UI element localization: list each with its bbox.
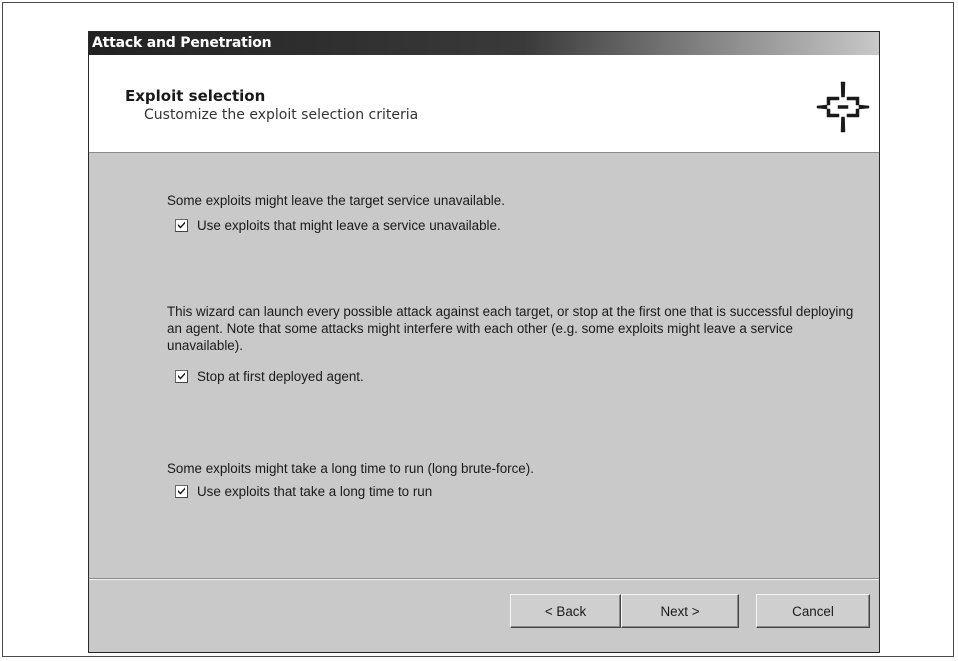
stop-first-agent-description: This wizard can launch every possible at… bbox=[167, 304, 854, 353]
unavailable-service-option[interactable]: Use exploits that might leave a service … bbox=[175, 216, 501, 234]
unavailable-service-label: Use exploits that might leave a service … bbox=[197, 217, 501, 233]
page-subtitle: Customize the exploit selection criteria bbox=[144, 107, 419, 123]
cancel-button[interactable]: Cancel bbox=[756, 594, 870, 628]
crosshair-target-icon bbox=[816, 81, 870, 133]
stop-first-agent-label: Stop at first deployed agent. bbox=[197, 368, 364, 384]
wizard-window: Attack and Penetration Exploit selection… bbox=[88, 31, 880, 653]
footer-divider-highlight bbox=[89, 579, 879, 580]
stop-first-agent-option[interactable]: Stop at first deployed agent. bbox=[175, 367, 364, 385]
unavailable-service-description: Some exploits might leave the target ser… bbox=[167, 193, 505, 208]
checkmark-icon bbox=[178, 372, 185, 379]
page-title: Exploit selection bbox=[125, 87, 266, 105]
window-titlebar[interactable]: Attack and Penetration bbox=[89, 32, 879, 55]
unavailable-service-checkbox[interactable] bbox=[175, 218, 188, 232]
checkmark-icon bbox=[178, 487, 185, 494]
long-running-checkbox[interactable] bbox=[175, 484, 188, 498]
long-running-label: Use exploits that take a long time to ru… bbox=[197, 483, 433, 499]
back-button[interactable]: < Back bbox=[510, 594, 621, 628]
wizard-header: Exploit selection Customize the exploit … bbox=[89, 55, 879, 153]
checkmark-icon bbox=[178, 221, 185, 228]
long-running-description: Some exploits might take a long time to … bbox=[167, 461, 534, 476]
next-button[interactable]: Next > bbox=[621, 594, 739, 628]
stop-first-agent-checkbox[interactable] bbox=[175, 369, 188, 383]
long-running-option[interactable]: Use exploits that take a long time to ru… bbox=[175, 482, 432, 500]
